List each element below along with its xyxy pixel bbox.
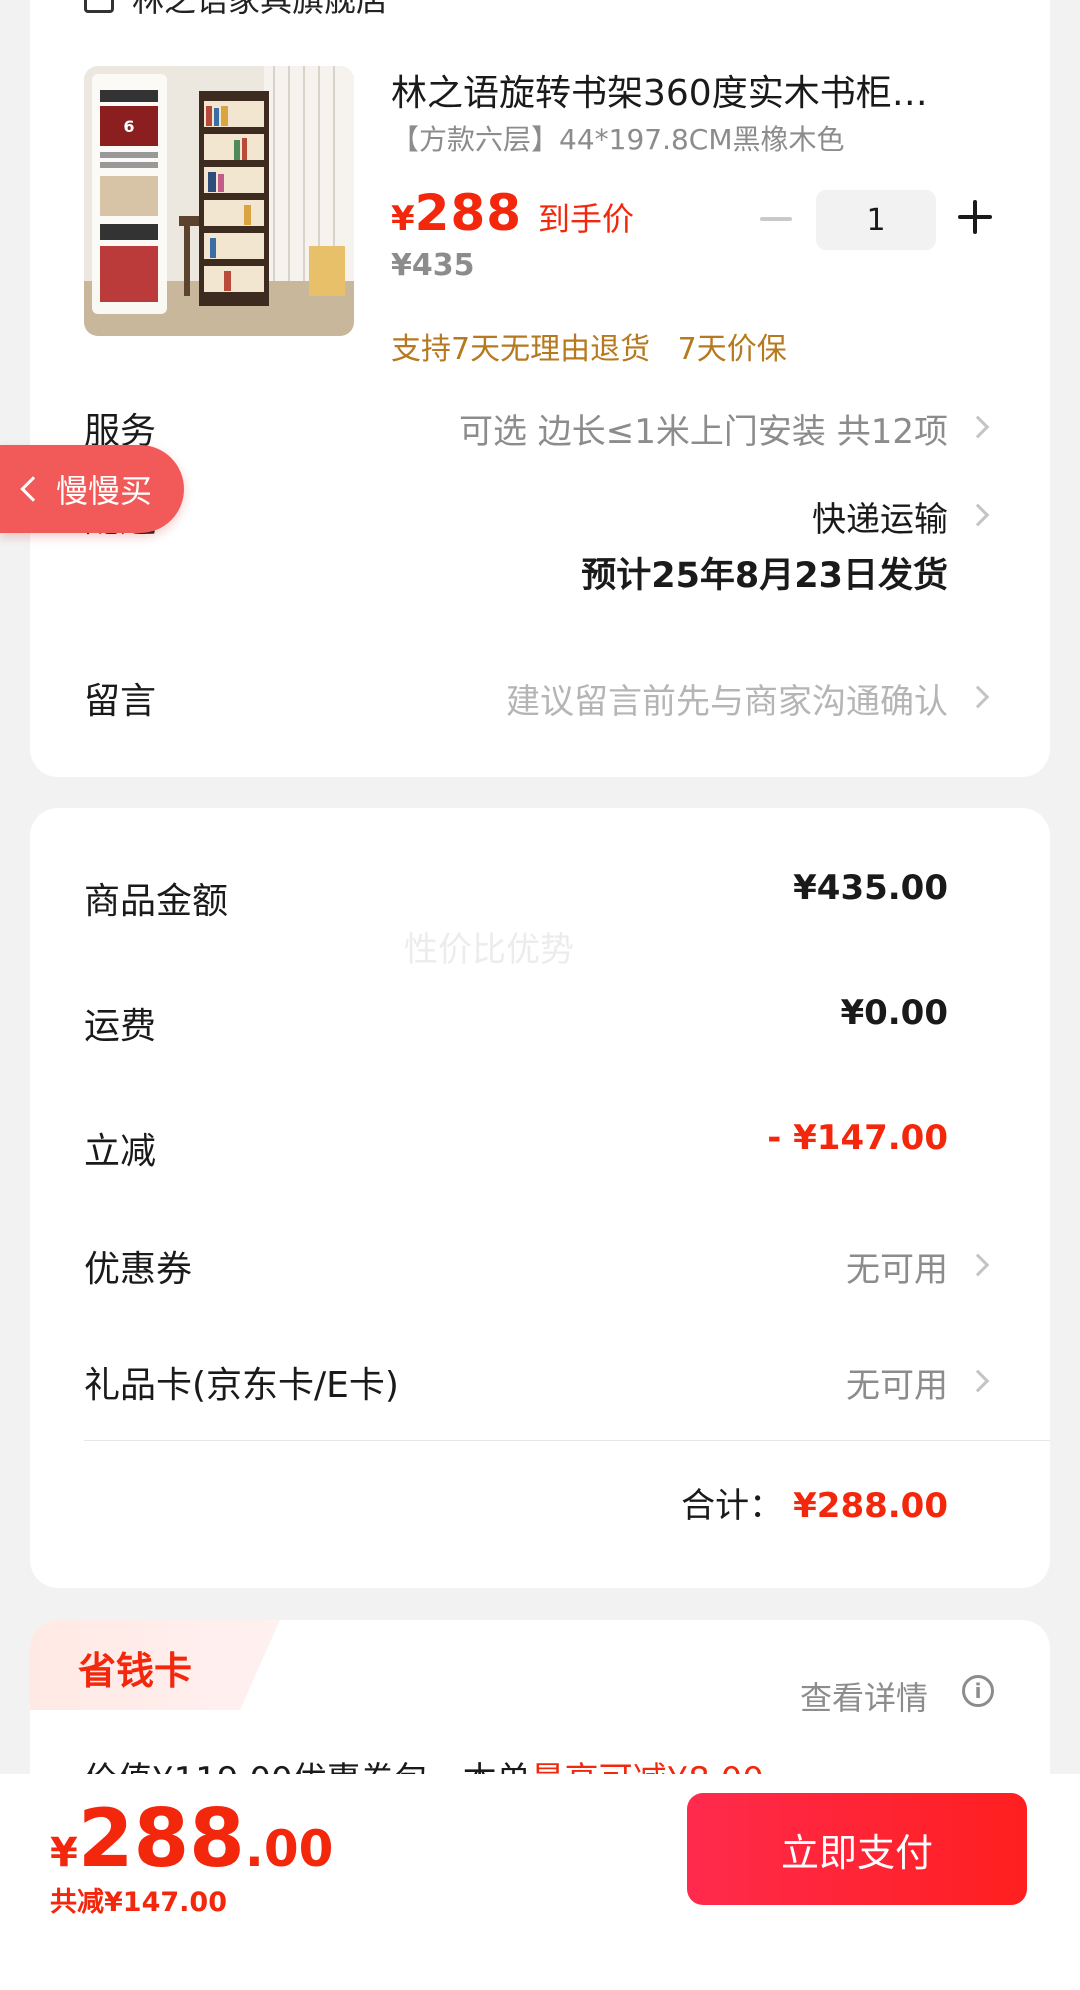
quantity-increase-button[interactable] [958,200,992,234]
svg-text:6: 6 [123,117,134,136]
saving-card-title: 省钱卡 [78,1649,193,1693]
checkout-page: 林之语家具旗舰店 6 林之语旋转书架360度实木书柜… 【方款六层】44*197… [0,0,1080,1990]
pay-now-button[interactable]: 立即支付 [687,1793,1027,1905]
summary-divider [84,1440,1050,1441]
shop-header[interactable]: 林之语家具旗舰店 [84,0,389,19]
discount-value: - ¥147.00 [767,1118,948,1158]
shop-icon [84,0,114,13]
discount-label: 立减 [84,1131,157,1172]
message-label: 留言 [84,681,157,722]
message-input[interactable]: 建议留言前先与商家沟通确认 [506,674,948,723]
guarantee-return: 支持7天无理由退货 [391,332,651,367]
delivery-method[interactable]: 快递运输 [812,492,948,541]
total-value: ¥288.00 [793,1486,948,1526]
slow-buy-float-button[interactable]: 慢慢买 [0,445,184,533]
quantity-decrease-button[interactable] [760,217,792,221]
coupon-value[interactable]: 无可用 [846,1242,948,1291]
pay-currency: ¥ [50,1830,78,1876]
shipping-label: 运费 [84,1006,157,1047]
coupon-label: 优惠券 [84,1249,193,1290]
service-value[interactable]: 可选 边长≤1米上门安装 共12项 [459,404,948,453]
shipping-value: ¥0.00 [840,993,948,1033]
pay-saved-amount: 共减¥147.00 [50,1887,227,1918]
original-price: ¥435 [391,248,475,283]
quantity-input[interactable]: 1 [816,190,936,250]
price-value: 288 [414,184,523,242]
goods-amount-label: 商品金额 [84,881,229,922]
product-image[interactable]: 6 [84,66,354,336]
delivery-eta: 预计25年8月23日发货 [581,556,948,596]
watermark-text: 性价比优势 [404,930,574,970]
guarantee-price-protect: 7天价保 [677,332,787,367]
product-price: ¥ 288 到手价 [391,184,634,242]
back-arrow-icon [20,476,46,502]
product-photo: 6 [84,66,354,336]
slow-buy-label: 慢慢买 [56,472,153,510]
shop-name: 林之语家具旗舰店 [132,0,389,19]
giftcard-label: 礼品卡(京东卡/E卡) [84,1365,399,1406]
pay-price-dec: .00 [244,1820,334,1878]
total-label: 合计： [681,1486,784,1526]
giftcard-value[interactable]: 无可用 [846,1358,948,1407]
pay-price-int: 288 [77,1792,245,1885]
pay-total-price: ¥ 288 .00 [50,1792,333,1885]
info-icon[interactable]: i [962,1675,994,1707]
price-currency: ¥ [391,199,415,239]
product-title[interactable]: 林之语旋转书架360度实木书柜… [391,70,971,118]
saving-card-detail-link[interactable]: 查看详情 [800,1673,928,1719]
goods-amount-value: ¥435.00 [793,868,948,908]
price-tag: 到手价 [538,200,635,238]
total-row: 合计： ¥288.00 [681,1478,948,1527]
guarantee-tags: 支持7天无理由退货 7天价保 [391,324,805,368]
product-spec[interactable]: 【方款六层】44*197.8CM黑橡木色 [391,118,845,158]
